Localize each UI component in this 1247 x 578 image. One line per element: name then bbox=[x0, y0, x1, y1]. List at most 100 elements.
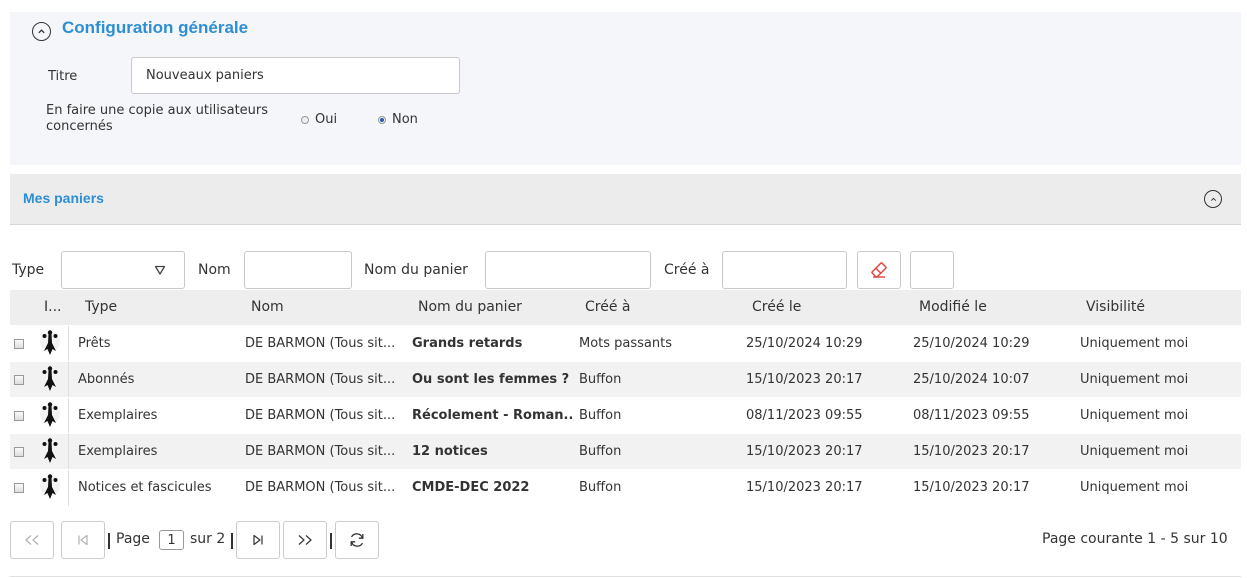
row-checkbox[interactable] bbox=[14, 339, 24, 349]
radio-non[interactable]: Non bbox=[378, 112, 418, 127]
page-summary: Page courante 1 - 5 sur 10 bbox=[1042, 531, 1228, 547]
cell-cree-a: Buffon bbox=[579, 408, 622, 423]
cell-modifie-le: 15/10/2023 20:17 bbox=[913, 480, 1030, 495]
chevron-right-bar-icon bbox=[253, 534, 263, 546]
ermine-icon bbox=[40, 438, 60, 463]
row-checkbox[interactable] bbox=[14, 411, 24, 421]
cell-cree-le: 25/10/2024 10:29 bbox=[746, 336, 863, 351]
prev-page-button[interactable] bbox=[61, 521, 105, 559]
col-panier-header[interactable]: Nom du panier bbox=[418, 299, 522, 315]
cell-visibilite: Uniquement moi bbox=[1080, 408, 1189, 423]
filter-cree-a-input[interactable] bbox=[722, 251, 847, 289]
config-panel: Configuration générale Titre Nouveaux pa… bbox=[10, 12, 1241, 165]
column-divider bbox=[68, 470, 69, 506]
filter-type-select[interactable] bbox=[61, 251, 185, 289]
col-icon-header[interactable]: I... bbox=[44, 299, 61, 315]
cell-modifie-le: 08/11/2023 09:55 bbox=[913, 408, 1030, 423]
cell-cree-le: 15/10/2023 20:17 bbox=[746, 444, 863, 459]
filter-type-label: Type bbox=[12, 262, 45, 278]
ermine-icon bbox=[40, 402, 60, 427]
double-chevron-right-icon bbox=[298, 535, 312, 545]
cell-type: Notices et fascicules bbox=[78, 480, 212, 495]
ermine-icon bbox=[40, 366, 60, 391]
radio-oui-dot[interactable] bbox=[301, 115, 309, 124]
collapse-paniers-icon[interactable] bbox=[1204, 190, 1222, 208]
filter-nom-panier-input[interactable] bbox=[485, 251, 651, 289]
radio-non-dot[interactable] bbox=[378, 115, 386, 124]
titre-label: Titre bbox=[48, 69, 78, 84]
copy-label-line2: concernés bbox=[46, 119, 113, 134]
cell-modifie-le: 15/10/2023 20:17 bbox=[913, 444, 1030, 459]
cell-panier: Grands retards bbox=[412, 336, 523, 351]
filter-cree-a-label: Créé à bbox=[664, 262, 710, 278]
last-page-button[interactable] bbox=[283, 521, 327, 559]
column-divider bbox=[68, 434, 69, 470]
paniers-title[interactable]: Mes paniers bbox=[23, 190, 104, 206]
paniers-header: Mes paniers bbox=[10, 174, 1241, 225]
row-checkbox[interactable] bbox=[14, 375, 24, 385]
ermine-icon bbox=[40, 330, 60, 355]
table-row[interactable]: Prêts DE BARMON (Tous sit... Grands retard… bbox=[10, 325, 1241, 362]
column-divider bbox=[68, 326, 69, 362]
cell-type: Abonnés bbox=[78, 372, 135, 387]
page-total-label: sur 2 bbox=[190, 531, 226, 547]
cell-nom: DE BARMON (Tous sit... bbox=[245, 372, 396, 387]
chevron-left-bar-icon bbox=[78, 534, 88, 546]
copy-label-line1: En faire une copie aux utilisateurs bbox=[46, 103, 269, 118]
cell-panier: CMDE-DEC 2022 bbox=[412, 480, 530, 495]
cell-panier: Ou sont les femmes ? bbox=[412, 372, 570, 387]
table-row[interactable]: Notices et fascicules DE BARMON (Tous sit… bbox=[10, 469, 1241, 506]
eraser-icon bbox=[871, 262, 887, 278]
page-number-input[interactable]: 1 bbox=[159, 530, 184, 550]
cell-type: Exemplaires bbox=[78, 444, 158, 459]
col-cree-le-header[interactable]: Créé le bbox=[752, 299, 801, 315]
table-header: I... Type Nom Nom du panier Créé à Créé … bbox=[10, 290, 1241, 325]
pager-separator bbox=[231, 533, 233, 549]
radio-non-label: Non bbox=[392, 112, 418, 127]
filter-nom-panier-label: Nom du panier bbox=[364, 262, 468, 278]
page-label: Page bbox=[116, 531, 150, 547]
refresh-icon bbox=[350, 533, 364, 547]
filter-nom-input[interactable] bbox=[244, 251, 352, 289]
radio-oui-label: Oui bbox=[315, 112, 338, 127]
table-row[interactable]: Exemplaires DE BARMON (Tous sit... 12 noti… bbox=[10, 433, 1241, 470]
col-cree-a-header[interactable]: Créé à bbox=[585, 299, 630, 315]
cell-visibilite: Uniquement moi bbox=[1080, 480, 1189, 495]
col-nom-header[interactable]: Nom bbox=[251, 299, 284, 315]
col-modifie-le-header[interactable]: Modifié le bbox=[919, 299, 987, 315]
radio-oui[interactable]: Oui bbox=[301, 112, 337, 127]
next-page-button[interactable] bbox=[236, 521, 280, 559]
cell-type: Prêts bbox=[78, 336, 111, 351]
table-row[interactable]: Abonnés DE BARMON (Tous sit... Ou sont les… bbox=[10, 361, 1241, 398]
paniers-table: I... Type Nom Nom du panier Créé à Créé … bbox=[10, 290, 1241, 506]
table-row[interactable]: Exemplaires DE BARMON (Tous sit... Récolem… bbox=[10, 397, 1241, 434]
double-chevron-left-icon bbox=[25, 535, 39, 545]
column-divider bbox=[68, 398, 69, 434]
cell-nom: DE BARMON (Tous sit... bbox=[245, 408, 396, 423]
cell-modifie-le: 25/10/2024 10:07 bbox=[913, 372, 1030, 387]
row-checkbox[interactable] bbox=[14, 447, 24, 457]
cell-nom: DE BARMON (Tous sit... bbox=[245, 336, 396, 351]
cell-nom: DE BARMON (Tous sit... bbox=[245, 444, 396, 459]
cell-cree-a: Buffon bbox=[579, 480, 622, 495]
bottom-divider bbox=[10, 576, 1241, 577]
col-visibilite-header[interactable]: Visibilité bbox=[1086, 299, 1145, 315]
cell-cree-a: Mots passants bbox=[579, 336, 673, 351]
collapse-config-icon[interactable] bbox=[32, 22, 51, 41]
refresh-button[interactable] bbox=[335, 521, 379, 559]
clear-filters-button[interactable] bbox=[857, 251, 901, 289]
dropdown-arrow-icon[interactable] bbox=[154, 264, 166, 276]
pager-separator bbox=[108, 533, 110, 549]
cell-panier: Récolement - Roman... bbox=[412, 408, 572, 423]
cell-visibilite: Uniquement moi bbox=[1080, 444, 1189, 459]
column-divider bbox=[68, 362, 69, 398]
cell-cree-a: Buffon bbox=[579, 444, 622, 459]
extra-filter-button[interactable] bbox=[910, 251, 954, 289]
titre-input[interactable]: Nouveaux paniers bbox=[131, 57, 460, 94]
config-title[interactable]: Configuration générale bbox=[62, 18, 248, 38]
first-page-button[interactable] bbox=[10, 521, 54, 559]
copy-label: En faire une copie aux utilisateurs conc… bbox=[46, 103, 268, 135]
row-checkbox[interactable] bbox=[14, 483, 24, 493]
col-type-header[interactable]: Type bbox=[85, 299, 117, 315]
cell-cree-le: 08/11/2023 09:55 bbox=[746, 408, 863, 423]
